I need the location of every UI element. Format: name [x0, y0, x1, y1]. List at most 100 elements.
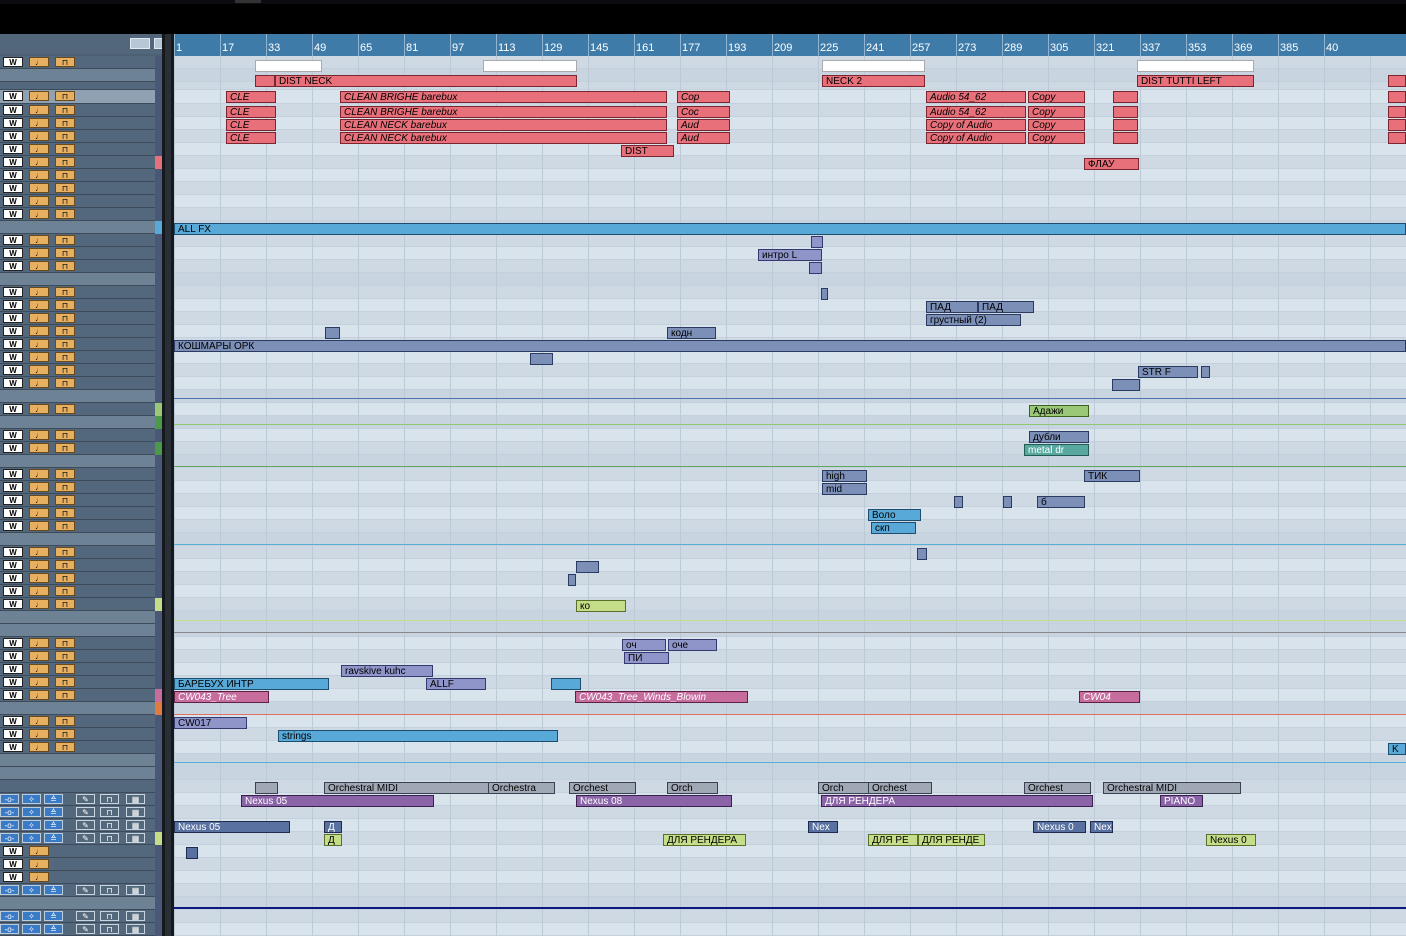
track-header[interactable]: W ♩ ⊓ [0, 156, 162, 169]
note-icon[interactable]: ♩ [29, 482, 49, 492]
track-header[interactable]: W ♩ ⊓ [0, 260, 162, 273]
write-button[interactable]: W [3, 443, 23, 453]
note-icon[interactable]: ♩ [29, 859, 49, 869]
clip[interactable]: Nex [1090, 821, 1113, 833]
track-header[interactable]: W ♩ ⊓ [0, 481, 162, 494]
write-button[interactable]: W [3, 677, 23, 687]
write-button[interactable]: W [3, 638, 23, 648]
transpose-icon[interactable]: ✧ [22, 833, 41, 843]
clip[interactable]: Copy of Audio [926, 132, 1026, 144]
lock-icon[interactable]: ⊓ [55, 469, 75, 479]
note-icon[interactable]: ♩ [29, 742, 49, 752]
clip[interactable]: high [822, 470, 867, 482]
clip[interactable]: ПАД [978, 301, 1034, 313]
clip[interactable]: грустный (2) [926, 314, 1021, 326]
track-header[interactable]: -o- ✧ ≙ ✎ ⊓ ▦ [0, 832, 162, 845]
clip[interactable]: CLE [226, 119, 276, 131]
lock-icon[interactable]: ⊓ [55, 586, 75, 596]
clip[interactable]: CW017 [174, 717, 247, 729]
lock-icon[interactable]: ⊓ [55, 573, 75, 583]
note-icon[interactable]: ♩ [29, 300, 49, 310]
write-button[interactable]: W [3, 326, 23, 336]
lock-icon[interactable]: ⊓ [55, 508, 75, 518]
lock-icon[interactable]: ⊓ [55, 716, 75, 726]
transpose-icon[interactable]: ✧ [22, 794, 41, 804]
write-button[interactable]: W [3, 521, 23, 531]
track-header[interactable]: W ♩ ⊓ [0, 182, 162, 195]
clip-block[interactable] [483, 60, 577, 72]
clip[interactable]: CLE [226, 106, 276, 118]
automation-read-icon[interactable]: -o- [0, 924, 19, 934]
clip-block[interactable] [1388, 91, 1406, 103]
track-header[interactable]: W ♩ ⊓ [0, 312, 162, 325]
lock-icon[interactable]: ⊓ [55, 118, 75, 128]
lock-icon[interactable]: ⊓ [100, 820, 119, 830]
clip[interactable]: Copy [1028, 91, 1085, 103]
write-button[interactable]: W [3, 599, 23, 609]
track-header[interactable]: W ♩ ⊓ [0, 598, 162, 611]
write-button[interactable]: W [3, 586, 23, 596]
track-header[interactable]: W ♩ ⊓ [0, 520, 162, 533]
note-icon[interactable]: ♩ [29, 196, 49, 206]
clip[interactable]: Orch [818, 782, 869, 794]
write-button[interactable]: W [3, 872, 23, 882]
note-icon[interactable]: ♩ [29, 313, 49, 323]
track-header[interactable] [0, 416, 162, 429]
note-icon[interactable]: ♩ [29, 365, 49, 375]
clip[interactable]: DIST TUTTI LEFT [1137, 75, 1254, 87]
clip-block[interactable] [1113, 91, 1138, 103]
clip-block[interactable] [576, 561, 599, 573]
clip[interactable]: ТИК [1084, 470, 1140, 482]
track-header[interactable]: W ♩ ⊓ [0, 377, 162, 390]
clip-block[interactable] [255, 60, 322, 72]
clip-block[interactable] [1112, 379, 1140, 391]
clip[interactable]: Nexus 0 [1206, 834, 1256, 846]
note-icon[interactable]: ♩ [29, 144, 49, 154]
clip[interactable]: Д [324, 834, 342, 846]
clip[interactable]: DIST [621, 145, 674, 157]
lock-icon[interactable]: ⊓ [55, 248, 75, 258]
lock-icon[interactable]: ⊓ [100, 924, 119, 934]
clip[interactable]: CLEAN BRIGHE barebux [340, 91, 667, 103]
clip-block[interactable] [568, 574, 576, 586]
clip[interactable]: mid [822, 483, 867, 495]
divider-handle[interactable] [165, 34, 171, 936]
clip-block[interactable] [530, 353, 553, 365]
automation-read-icon[interactable]: -o- [0, 794, 19, 804]
clip[interactable]: metal dr [1024, 444, 1089, 456]
pencil-icon[interactable]: ✎ [76, 885, 95, 895]
write-button[interactable]: W [3, 248, 23, 258]
track-header[interactable]: W ♩ ⊓ [0, 546, 162, 559]
lock-icon[interactable]: ⊓ [55, 352, 75, 362]
track-header[interactable] [0, 221, 162, 234]
grid-icon[interactable]: ▦ [126, 911, 145, 921]
clip[interactable]: кодн [667, 327, 716, 339]
automation-line[interactable] [174, 544, 1406, 545]
write-button[interactable]: W [3, 131, 23, 141]
clip[interactable]: Copy [1028, 106, 1085, 118]
clip[interactable]: Aud [677, 132, 730, 144]
lock-icon[interactable]: ⊓ [55, 560, 75, 570]
note-icon[interactable]: ♩ [29, 209, 49, 219]
clip-block[interactable] [1388, 106, 1406, 118]
track-header[interactable]: W ♩ ⊓ [0, 507, 162, 520]
automation-read-icon[interactable]: -o- [0, 885, 19, 895]
lock-icon[interactable]: ⊓ [55, 651, 75, 661]
lock-icon[interactable]: ⊓ [55, 144, 75, 154]
clip[interactable]: Nexus 05 [174, 821, 290, 833]
lock-icon[interactable]: ⊓ [55, 105, 75, 115]
note-icon[interactable]: ♩ [29, 157, 49, 167]
track-header[interactable]: -o- ✧ ≙ ✎ ⊓ ▦ [0, 793, 162, 806]
note-icon[interactable]: ♩ [29, 521, 49, 531]
track-header[interactable] [0, 624, 162, 637]
track-header[interactable]: W ♩ ⊓ [0, 559, 162, 572]
write-button[interactable]: W [3, 482, 23, 492]
note-icon[interactable]: ♩ [29, 248, 49, 258]
track-header[interactable]: -o- ✧ ≙ ✎ ⊓ ▦ [0, 884, 162, 897]
note-icon[interactable]: ♩ [29, 378, 49, 388]
track-header[interactable]: W ♩ ⊓ [0, 442, 162, 455]
lock-icon[interactable]: ⊓ [55, 235, 75, 245]
track-header[interactable]: W ♩ ⊓ [0, 169, 162, 182]
track-header[interactable]: W ♩ ⊓ [0, 403, 162, 416]
note-icon[interactable]: ♩ [29, 404, 49, 414]
